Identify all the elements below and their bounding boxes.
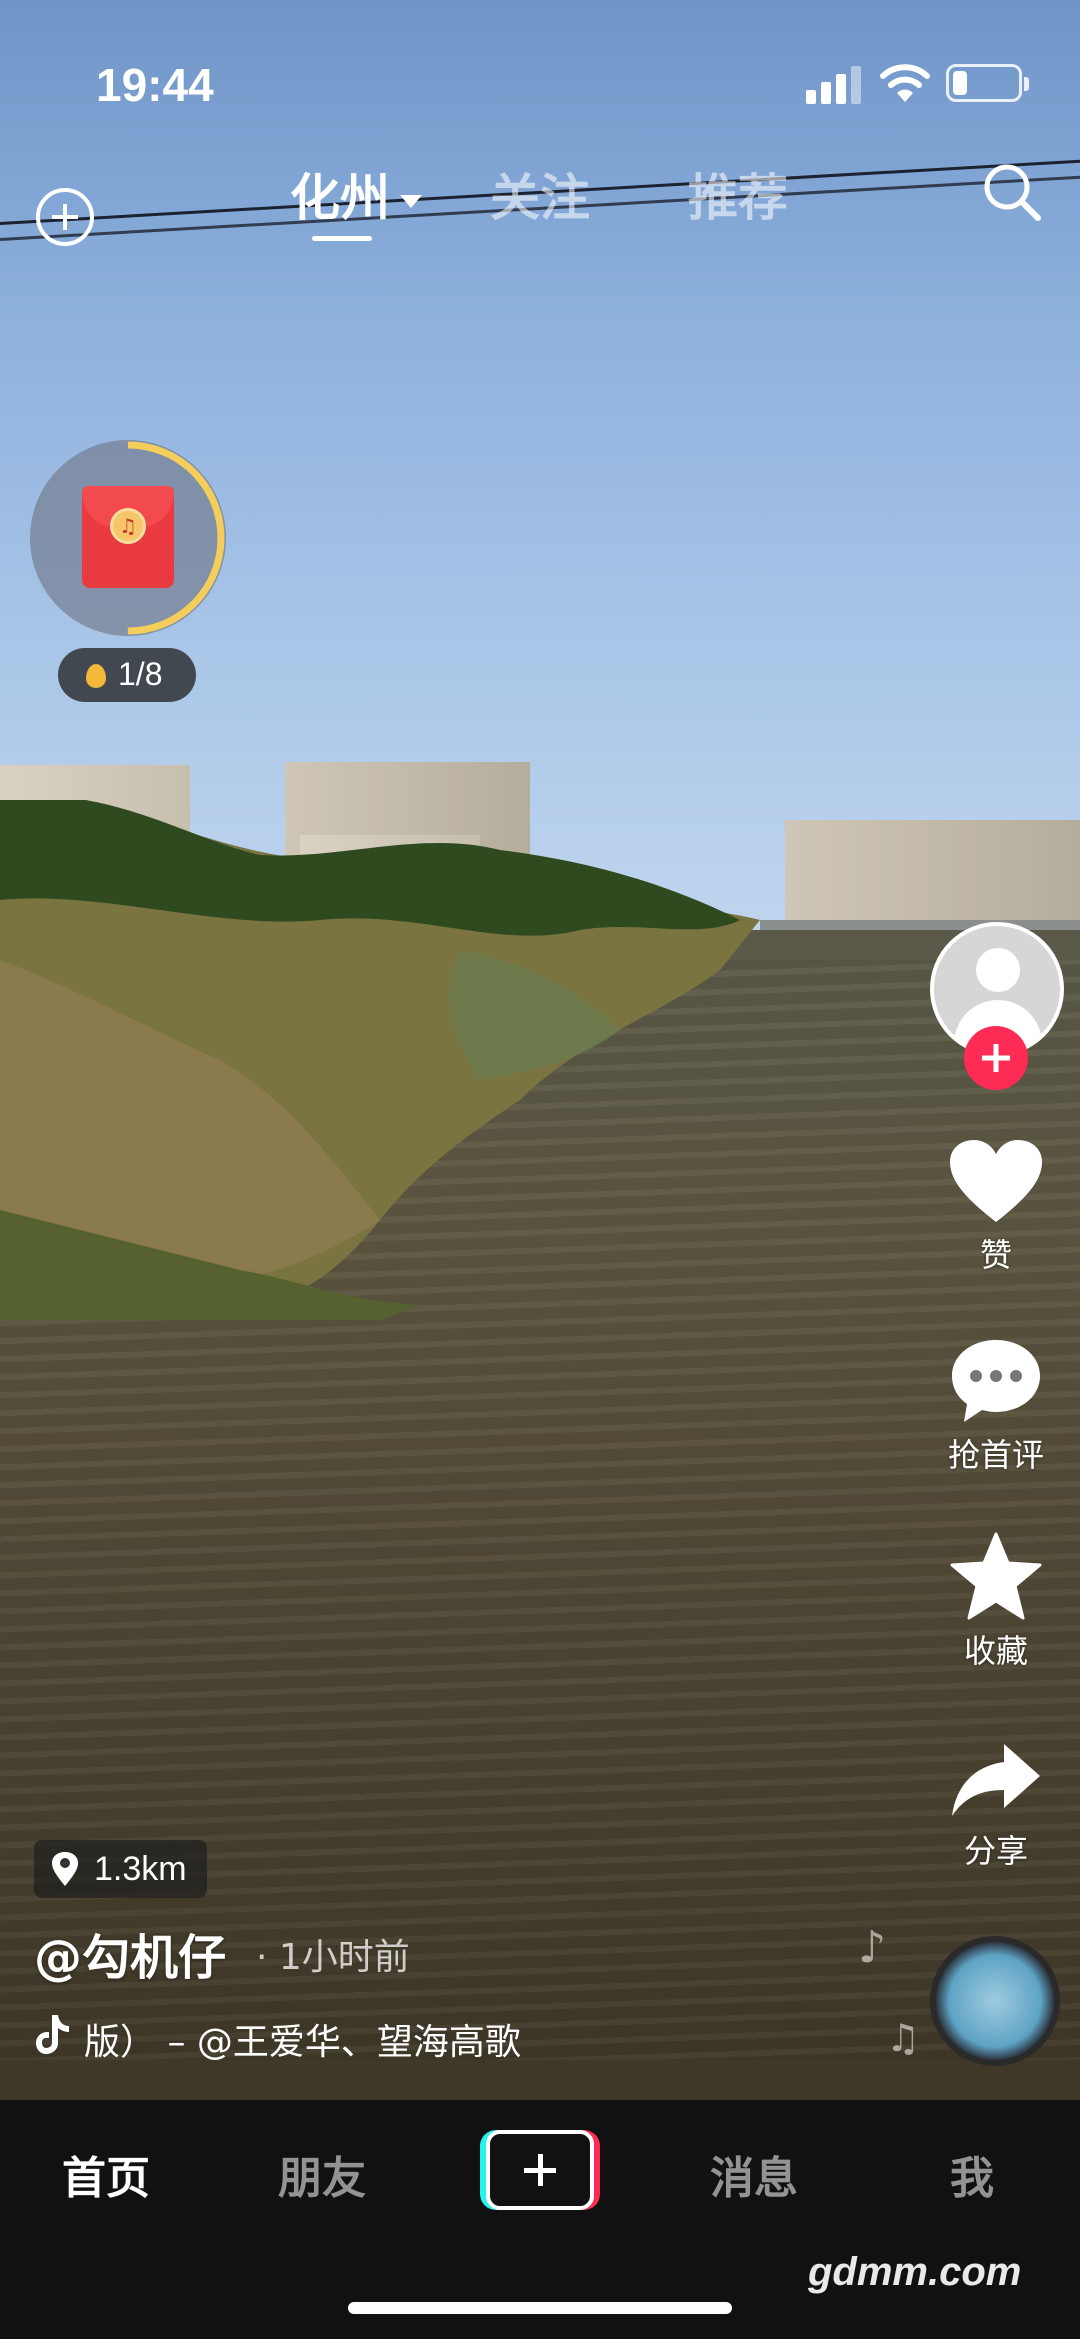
music-note-icon: ♪ <box>858 1922 887 1973</box>
wifi-icon <box>880 64 930 102</box>
tiktok-note-icon <box>36 2015 69 2054</box>
top-nav: 化州 关注 推荐 <box>0 150 1080 250</box>
nav-messages[interactable]: 消息 <box>710 2142 798 2206</box>
star-icon <box>950 1532 1042 1620</box>
follow-button[interactable] <box>964 1026 1028 1090</box>
battery-icon <box>946 64 1029 102</box>
status-bar: 19:44 <box>0 0 1080 150</box>
video-player[interactable] <box>0 0 1080 2100</box>
nav-home[interactable]: 首页 <box>62 2142 150 2206</box>
home-indicator[interactable] <box>348 2302 732 2314</box>
watermark: gdmm.com <box>808 2250 1022 2294</box>
share-button[interactable]: 分享 <box>920 1740 1072 1872</box>
share-arrow-icon <box>952 1744 1040 1816</box>
favorite-label: 收藏 <box>963 1632 1028 1670</box>
cellular-signal-icon <box>806 64 862 104</box>
heart-icon <box>950 1140 1042 1222</box>
red-envelope-icon: ♫ <box>82 486 174 588</box>
music-note-icon: ♫ <box>886 2016 921 2060</box>
tab-local[interactable]: 化州 <box>290 158 422 230</box>
tab-recommended[interactable]: 推荐 <box>688 158 788 230</box>
tab-following[interactable]: 关注 <box>490 158 590 230</box>
tab-local-label: 化州 <box>290 169 390 227</box>
comment-label: 抢首评 <box>947 1436 1044 1474</box>
nav-me[interactable]: 我 <box>950 2142 994 2206</box>
music-disc[interactable] <box>930 1936 1060 2066</box>
riverbank <box>0 800 760 1320</box>
add-live-icon[interactable] <box>36 188 94 246</box>
nav-friends[interactable]: 朋友 <box>278 2142 366 2206</box>
avatar-head <box>976 948 1020 992</box>
red-packet-count-badge: 1/8 <box>58 648 196 702</box>
comment-icon <box>952 1340 1040 1422</box>
create-button[interactable] <box>480 2130 600 2210</box>
share-label: 分享 <box>963 1832 1028 1870</box>
post-time: · 1小时前 <box>256 1937 410 1978</box>
status-time: 19:44 <box>96 59 214 111</box>
bridge <box>760 920 1080 930</box>
location-pin-icon <box>52 1852 78 1886</box>
red-packet-count: 1/8 <box>118 656 163 692</box>
song-title: 版） – @王爱华、望海高歌 <box>84 2022 521 2063</box>
location-distance: 1.3km <box>94 1849 187 1888</box>
music-marquee[interactable]: 版） – @王爱华、望海高歌 <box>34 2005 614 2065</box>
search-icon[interactable] <box>980 160 1044 224</box>
comment-button[interactable]: 抢首评 <box>920 1336 1072 1476</box>
tab-active-indicator <box>312 236 372 241</box>
location-tag[interactable]: 1.3km <box>34 1840 207 1898</box>
author-name[interactable]: @勾机仔 <box>34 1918 226 1988</box>
red-packet-widget[interactable]: ♫ <box>30 440 226 636</box>
favorite-button[interactable]: 收藏 <box>920 1532 1072 1672</box>
building <box>785 820 1080 920</box>
caret-down-icon <box>400 195 422 208</box>
like-label: 赞 <box>979 1236 1012 1274</box>
gold-egg-icon <box>86 664 106 688</box>
like-button[interactable]: 赞 <box>920 1138 1072 1276</box>
